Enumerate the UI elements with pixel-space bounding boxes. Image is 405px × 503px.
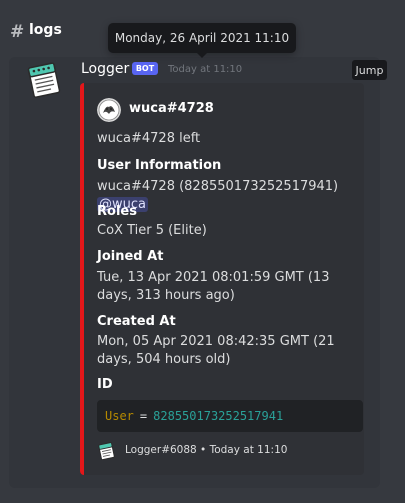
embed-footer-text: Logger#6088 • Today at 11:10 — [125, 444, 288, 456]
embed-author-name[interactable]: wuca#4728 — [129, 101, 214, 116]
id-code-block[interactable]: User = 828550173252517941 — [97, 400, 363, 432]
code-equals: = — [139, 409, 148, 423]
field-name-roles: Roles — [97, 204, 137, 219]
message-timestamp[interactable]: Today at 11:10 — [168, 64, 242, 75]
notepad-icon — [27, 62, 61, 98]
user-information-text: wuca#4728 (828550173252517941) — [97, 179, 339, 194]
field-name-joined-at: Joined At — [97, 249, 164, 264]
field-value-joined-at: Tue, 13 Apr 2021 08:01:59 GMT (13 days, … — [97, 270, 330, 303]
field-name-user-information: User Information — [97, 158, 222, 173]
jump-button[interactable]: Jump — [352, 60, 387, 80]
hash-icon: # — [10, 22, 25, 42]
field-value-created-at: Mon, 05 Apr 2021 08:42:35 GMT (21 days, … — [97, 334, 335, 367]
code-key: User — [105, 409, 134, 423]
bot-avatar[interactable] — [25, 60, 65, 100]
author-name[interactable]: Logger — [81, 61, 129, 77]
embed-description: wuca#4728 left — [97, 131, 201, 146]
timestamp-tooltip: Monday, 26 April 2021 11:10 — [108, 23, 296, 53]
bot-tag: BOT — [132, 62, 158, 75]
footer-notepad-icon — [97, 441, 117, 461]
field-name-id: ID — [97, 377, 113, 392]
tooltip-arrow — [197, 53, 207, 58]
channel-name[interactable]: logs — [29, 22, 62, 38]
field-name-created-at: Created At — [97, 314, 176, 329]
field-value-roles: CoX Tier 5 (Elite) — [97, 223, 207, 238]
code-value: 828550173252517941 — [153, 409, 284, 423]
user-avatar-icon — [97, 98, 121, 122]
